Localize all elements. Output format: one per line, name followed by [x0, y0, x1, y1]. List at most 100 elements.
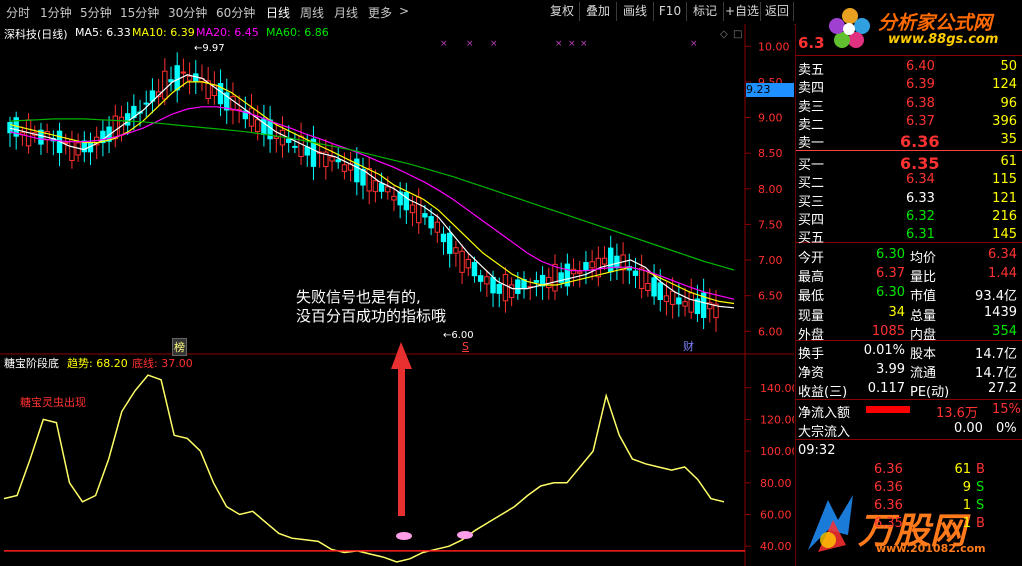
current-price-header: 6.3 — [798, 34, 825, 52]
ma20-label: MA20: 6.45 — [196, 26, 259, 39]
candle-body — [669, 290, 676, 305]
bid-volume: 121 — [992, 190, 1017, 206]
tick-row: 6.36 61 B — [796, 461, 1022, 479]
back-button[interactable]: 返回 — [761, 2, 794, 21]
stat-label: 外盘 — [798, 327, 825, 343]
candle-body — [162, 70, 168, 100]
period-fenshi[interactable]: 分时 — [6, 4, 30, 21]
tick-side: B — [976, 462, 985, 477]
bid-row: 买一 6.35 61 — [796, 153, 1022, 173]
tick-volume: 61 — [954, 462, 971, 477]
period-15min[interactable]: 15分钟 — [120, 4, 159, 21]
ask-volume: 96 — [1000, 95, 1017, 111]
candle-body — [7, 122, 13, 134]
period-weekly[interactable]: 周线 — [300, 4, 324, 21]
candle-body — [434, 221, 441, 233]
f10-button[interactable]: F10 — [654, 2, 687, 21]
stat-row: 外盘 1085 内盘 354 — [796, 323, 1022, 343]
candle-body — [329, 156, 335, 162]
stat-value: 34 — [888, 304, 905, 320]
brand-url: www.88gs.com — [888, 32, 999, 47]
overlay-button[interactable]: 叠加 — [580, 2, 617, 21]
candle-body — [298, 135, 304, 157]
bid-price: 6.33 — [906, 190, 935, 206]
tick-price: 6.35 — [874, 516, 903, 531]
candle-body — [490, 276, 496, 294]
stat-value: 93.4亿 — [975, 289, 1017, 305]
ask-label: 卖五 — [798, 63, 825, 78]
stat-label: 收益(三) — [798, 385, 848, 400]
bid-volume: 61 — [1000, 154, 1017, 169]
ask-price: 6.36 — [900, 132, 940, 152]
stat-row: 最高 6.37 量比 1.44 — [796, 265, 1022, 285]
tick-volume: 1 — [962, 498, 971, 513]
ask-price: 6.40 — [906, 59, 935, 74]
candle-body — [688, 292, 694, 313]
add-watchlist-button[interactable]: +自选 — [724, 2, 761, 21]
stat-label: 换手 — [798, 347, 825, 362]
period-monthly[interactable]: 月线 — [334, 4, 358, 21]
period-30min[interactable]: 30分钟 — [168, 4, 207, 21]
tick-price: 6.36 — [874, 498, 903, 513]
square-icon[interactable]: □ — [733, 29, 742, 40]
stat-label: 最低 — [798, 289, 825, 305]
stat-label: 市值 — [910, 289, 937, 305]
candle-body — [69, 139, 75, 162]
net-inflow-row: 净流入额 13.6万 15% — [798, 402, 1021, 421]
ask-volume: 396 — [992, 113, 1017, 129]
candle-body — [601, 257, 608, 265]
stat-value: 1439 — [983, 304, 1017, 320]
stat-value: 6.37 — [876, 266, 905, 282]
y-tick-label: 6.00 — [758, 325, 783, 338]
candle-body — [657, 282, 663, 300]
tick-row: 6.36 1 S — [796, 497, 1022, 515]
chevron-right-icon[interactable]: > — [399, 4, 409, 18]
stat-row: 收益(三) 0.117 PE(动) 27.2 — [796, 380, 1022, 400]
candle-body — [255, 119, 261, 133]
y-tick-label: 10.00 — [758, 40, 790, 53]
candle-body — [676, 297, 682, 305]
y-tick-label: 120.00 — [760, 413, 794, 426]
stat-row: 现量 34 总量 1439 — [796, 304, 1022, 324]
period-60min[interactable]: 60分钟 — [216, 4, 255, 21]
watermark-url: www.201082.com — [876, 542, 986, 555]
ask-label: 卖一 — [798, 136, 825, 152]
tick-side: B — [976, 516, 985, 531]
bang-marker[interactable]: 榜 — [172, 338, 187, 356]
period-more[interactable]: 更多 — [368, 4, 392, 21]
y-tick-label: 60.00 — [760, 508, 792, 521]
ask-row: 卖三 6.38 96 — [796, 95, 1022, 115]
ma10-label: MA10: 6.39 — [132, 26, 195, 39]
candle-body — [143, 102, 149, 105]
stat-value: 6.34 — [988, 247, 1017, 262]
fuquan-button[interactable]: 复权 — [545, 2, 580, 21]
tick-side: S — [976, 480, 985, 495]
cai-marker[interactable]: 财 — [683, 338, 694, 354]
tick-volume: 9 — [962, 480, 971, 495]
period-1min[interactable]: 1分钟 — [40, 4, 72, 21]
bottom-line-value: 底线: 37.00 — [132, 357, 193, 370]
stat-row: 净资 3.99 流通 14.7亿 — [796, 361, 1022, 381]
bid-price: 6.35 — [900, 154, 940, 173]
period-5min[interactable]: 5分钟 — [80, 4, 112, 21]
candle-body — [465, 258, 471, 269]
stat-label: 股本 — [910, 347, 937, 362]
signal-label: 糖宝灵虫出现 — [20, 396, 86, 409]
candle-body — [335, 159, 341, 163]
period-daily[interactable]: 日线 — [266, 4, 290, 21]
mark-button[interactable]: 标记 — [687, 2, 724, 21]
flower-logo-icon — [829, 8, 870, 48]
bid-label: 买二 — [798, 176, 825, 192]
stat-row: 最低 6.30 市值 93.4亿 — [796, 284, 1022, 305]
diamond-icon[interactable]: ◇ — [720, 29, 728, 40]
bid-price: 6.31 — [906, 227, 935, 243]
tick-price: 6.36 — [874, 480, 903, 495]
ask-price: 6.38 — [906, 95, 935, 111]
ask-row: 卖二 6.37 396 — [796, 113, 1022, 133]
candle-body — [614, 255, 620, 269]
stat-label: 总量 — [910, 308, 937, 324]
draw-line-button[interactable]: 画线 — [617, 2, 654, 21]
tick-row: 6.36 9 S — [796, 479, 1022, 497]
annotation-line-1: 失败信号也是有的, — [296, 288, 421, 306]
s-marker[interactable]: S — [462, 340, 469, 353]
